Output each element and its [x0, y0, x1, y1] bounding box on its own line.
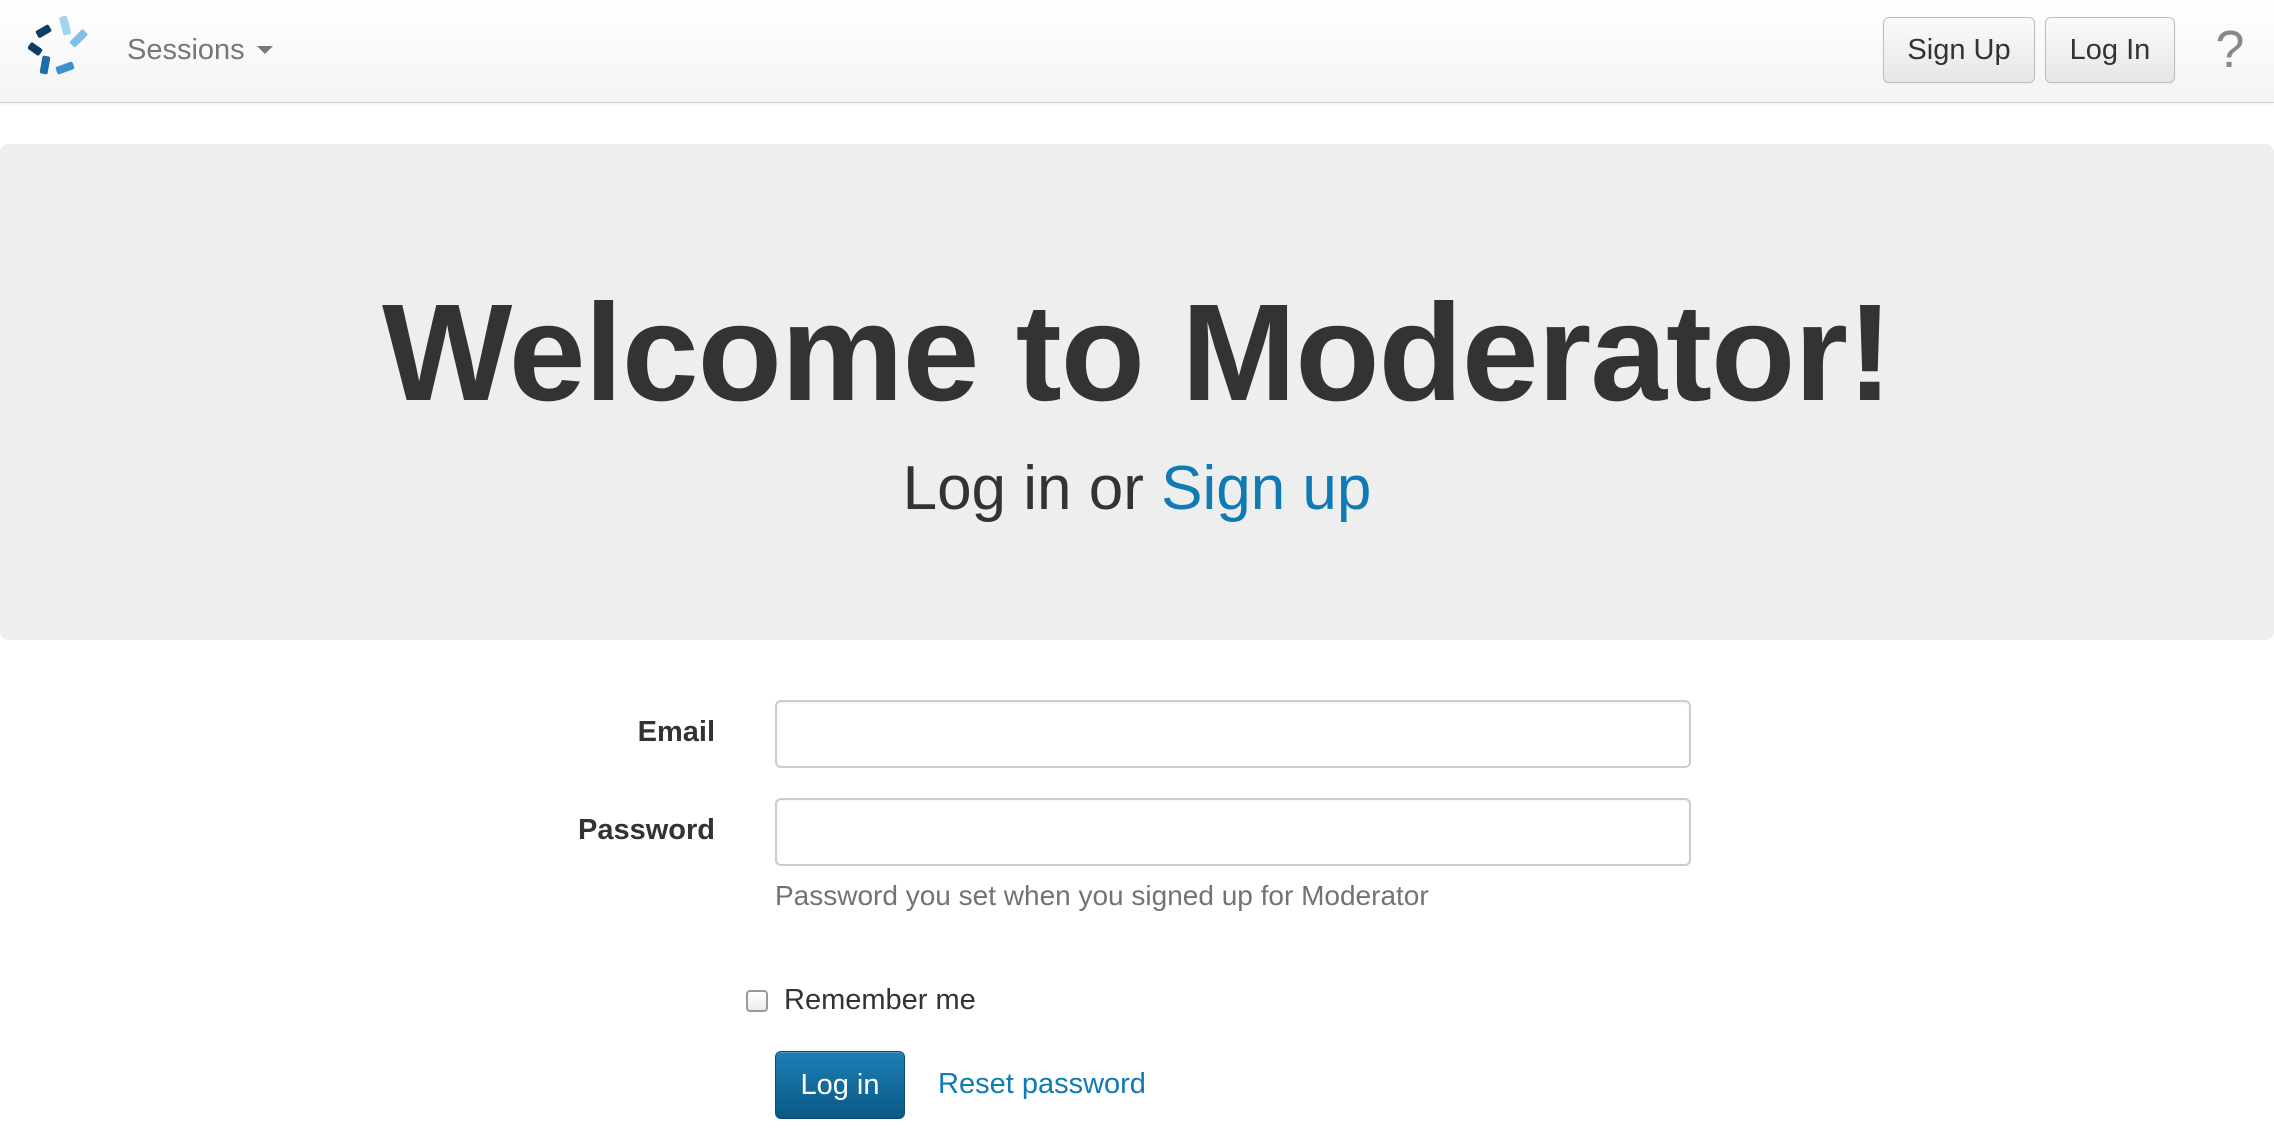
- sign-up-button[interactable]: Sign Up: [1883, 17, 2035, 83]
- caret-down-icon: [256, 46, 273, 54]
- log-in-submit-button[interactable]: Log in: [775, 1051, 905, 1119]
- top-navbar: Sessions Sign Up Log In ?: [0, 0, 2274, 103]
- help-icon[interactable]: ?: [2212, 18, 2248, 82]
- email-field[interactable]: [775, 700, 1691, 768]
- moderator-spinner-logo-icon[interactable]: [28, 16, 98, 84]
- subtitle-prefix: Log in or: [902, 454, 1162, 523]
- sign-up-link[interactable]: Sign up: [1161, 454, 1371, 523]
- sessions-dropdown[interactable]: Sessions: [127, 30, 273, 70]
- page-title: Welcome to Moderator!: [382, 276, 1893, 430]
- email-label: Email: [637, 716, 715, 748]
- password-help-text: Password you set when you signed up for …: [775, 880, 1429, 911]
- welcome-hero: Welcome to Moderator! Log in or Sign up: [0, 144, 2274, 640]
- reset-password-link[interactable]: Reset password: [938, 1068, 1146, 1101]
- sessions-label: Sessions: [127, 33, 245, 66]
- remember-me-checkbox[interactable]: [746, 989, 768, 1012]
- password-field[interactable]: [775, 798, 1691, 866]
- remember-me-label: Remember me: [784, 984, 976, 1016]
- password-label: Password: [578, 814, 715, 846]
- remember-me-row[interactable]: Remember me: [746, 984, 976, 1017]
- hero-subtitle: Log in or Sign up: [0, 458, 2274, 520]
- log-in-button[interactable]: Log In: [2045, 17, 2175, 83]
